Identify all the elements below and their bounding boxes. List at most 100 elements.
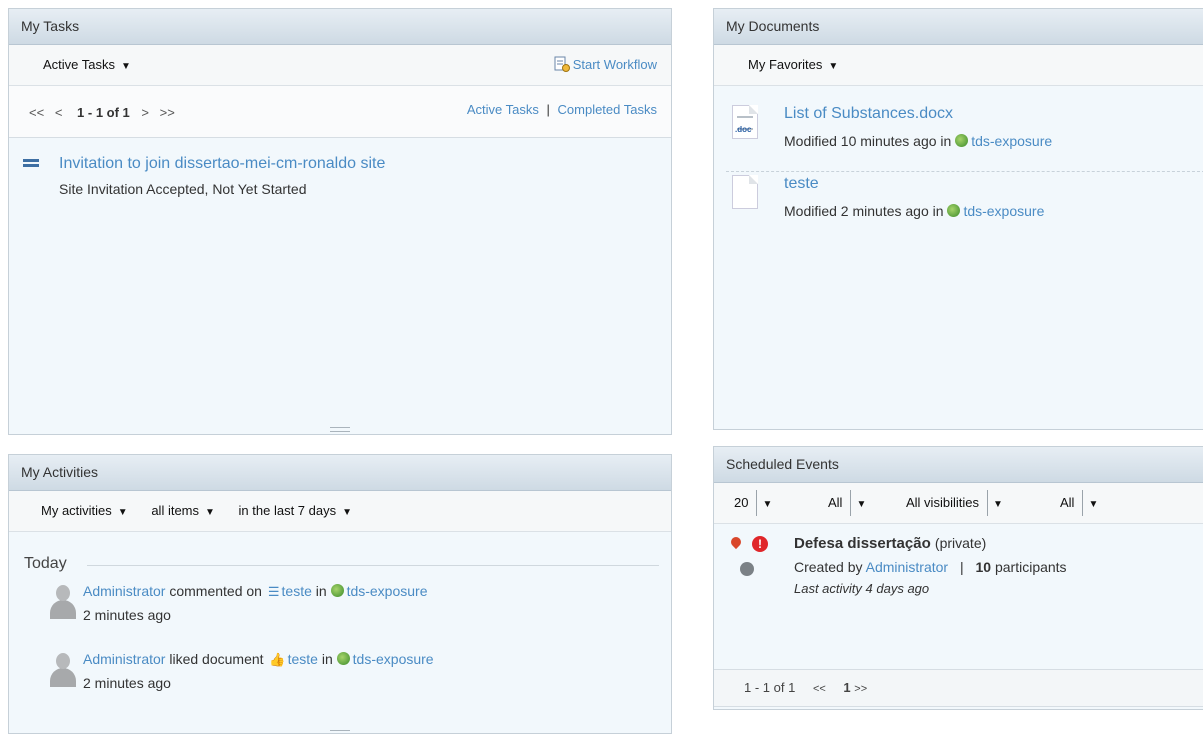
activities-toolbar: My activities ▼ all items ▼ in the last 7 …	[9, 491, 671, 532]
start-workflow-link[interactable]: Start Workflow	[554, 45, 657, 85]
activity-line: Administrator commented on ☰ teste in tds…	[83, 583, 428, 600]
created-by-label: Created by	[794, 559, 863, 575]
active-tasks-link[interactable]: Active Tasks	[467, 102, 539, 117]
event-last-activity: Last activity 4 days ago	[794, 581, 930, 596]
user-link[interactable]: Administrator	[83, 651, 165, 667]
site-globe-icon	[955, 134, 969, 147]
activity-line: Administrator liked document 👍 teste in t…	[83, 651, 434, 668]
separator: |	[959, 559, 964, 575]
user-link[interactable]: Administrator	[83, 583, 165, 599]
avatar[interactable]	[49, 585, 77, 619]
count-value: 20	[734, 495, 749, 510]
event-privacy: (private)	[934, 535, 987, 551]
activities-user-filter[interactable]: My activities ▼	[41, 491, 128, 533]
my-activities-title: My Activities	[9, 455, 671, 491]
time-value: All	[1060, 495, 1075, 510]
pager-range: 1 - 1 of 1	[77, 105, 130, 120]
document-modified: Modified 2 minutes ago in	[784, 203, 944, 219]
comment-icon: ☰	[267, 584, 280, 599]
activities-date-filter[interactable]: in the last 7 days ▼	[239, 491, 352, 533]
site-link[interactable]: tds-exposure	[971, 133, 1052, 149]
doc-file-icon[interactable]: .doc	[732, 105, 758, 139]
completed-tasks-link[interactable]: Completed Tasks	[558, 102, 657, 117]
tasks-filter-links: Active Tasks | Completed Tasks	[467, 102, 657, 117]
pager-prev-button[interactable]: <<	[813, 683, 826, 695]
timezone-globe-icon	[740, 562, 754, 576]
tasks-filter-label: Active Tasks	[43, 57, 116, 72]
tasks-pager-bar: << < 1 - 1 of 1 > >> Active Tasks | Comp…	[9, 86, 671, 138]
filter-label: in the last 7 days	[238, 503, 337, 518]
events-type-dropdown[interactable]: All ▼	[828, 490, 866, 516]
in-label: in	[321, 651, 333, 667]
pager-next-button[interactable]: >>	[854, 683, 867, 695]
pager-first-button[interactable]: <<	[29, 105, 44, 120]
event-title[interactable]: Defesa dissertação (private)	[794, 535, 986, 552]
events-visibility-dropdown[interactable]: All visibilities ▼	[906, 490, 1003, 516]
visibility-value: All visibilities	[906, 495, 979, 510]
document-meta: Modified 2 minutes ago in tds-exposure	[784, 203, 1044, 219]
in-label: in	[315, 583, 327, 599]
avatar[interactable]	[49, 653, 77, 687]
resize-handle[interactable]	[330, 427, 350, 432]
my-tasks-title: My Tasks	[9, 9, 671, 45]
document-name-link[interactable]: List of Substances.docx	[784, 105, 953, 123]
chevron-down-icon: ▼	[342, 507, 353, 518]
pager-prev-button[interactable]: <	[55, 105, 63, 120]
chevron-down-icon: ▼	[205, 507, 215, 518]
filter-label: My activities	[41, 503, 112, 518]
task-status: Site Invitation Accepted, Not Yet Starte…	[59, 181, 307, 197]
documents-filter-label: My Favorites	[748, 57, 823, 72]
documents-filter-dropdown[interactable]: My Favorites ▼	[748, 45, 838, 87]
activity-time: 2 minutes ago	[83, 675, 171, 691]
site-globe-icon	[330, 584, 344, 597]
resize-handle[interactable]	[330, 730, 350, 733]
my-documents-dashlet: My Documents My Favorites ▼ .doc List of …	[713, 8, 1203, 430]
document-name-link[interactable]: teste	[784, 175, 819, 193]
filter-label: all items	[151, 503, 200, 518]
divider	[726, 171, 1203, 172]
my-tasks-dashlet: My Tasks Active Tasks ▼ Start Workflow <<…	[8, 8, 672, 435]
document-meta: Modified 10 minutes ago in tds-exposure	[784, 133, 1052, 149]
activities-items-filter[interactable]: all items ▼	[151, 491, 215, 533]
tasks-pager: << < 1 - 1 of 1 > >>	[29, 105, 182, 120]
chevron-down-icon: ▼	[1088, 499, 1099, 510]
tasks-filter-dropdown[interactable]: Active Tasks ▼	[43, 45, 131, 87]
scheduled-events-dashlet: Scheduled Events 20 ▼ All ▼ All visibiliti…	[713, 446, 1203, 710]
scheduled-events-title: Scheduled Events	[714, 447, 1203, 483]
participants-label: participants	[994, 559, 1067, 575]
document-modified: Modified 10 minutes ago in	[784, 133, 952, 149]
event-created-by: Created by Administrator | 10 participan…	[794, 559, 1067, 575]
alert-icon: !	[752, 536, 768, 552]
chevron-down-icon: ▼	[117, 507, 128, 518]
participants-count: 10	[975, 559, 992, 575]
events-pager: 1 - 1 of 1 << 1 >>	[714, 669, 1203, 707]
location-pin-icon	[728, 534, 744, 550]
generic-file-icon[interactable]	[732, 175, 758, 209]
events-toolbar: 20 ▼ All ▼ All visibilities ▼ All ▼	[714, 483, 1203, 524]
type-value: All	[828, 495, 843, 510]
user-link[interactable]: Administrator	[866, 559, 948, 575]
target-link[interactable]: teste	[282, 583, 312, 599]
site-link[interactable]: tds-exposure	[347, 583, 428, 599]
group-heading: Today	[24, 555, 67, 572]
events-time-dropdown[interactable]: All ▼	[1060, 490, 1098, 516]
chevron-down-icon: ▼	[121, 61, 131, 72]
chevron-down-icon: ▼	[762, 499, 773, 510]
target-link[interactable]: teste	[288, 651, 318, 667]
activity-action: commented on	[169, 583, 262, 599]
activity-action: liked document	[169, 651, 264, 667]
task-menu-icon[interactable]	[23, 159, 39, 169]
pager-range: 1 - 1 of 1	[744, 680, 796, 695]
site-link[interactable]: tds-exposure	[963, 203, 1044, 219]
site-globe-icon	[947, 204, 961, 217]
site-link[interactable]: tds-exposure	[353, 651, 434, 667]
pager-last-button[interactable]: >>	[160, 105, 175, 120]
task-name-link[interactable]: Invitation to join dissertao-mei-cm-rona…	[59, 155, 385, 173]
events-count-dropdown[interactable]: 20 ▼	[734, 490, 772, 516]
pager-current-page[interactable]: 1	[843, 680, 850, 695]
pager-next-button[interactable]: >	[141, 105, 149, 120]
event-name: Defesa dissertação	[794, 535, 931, 552]
site-globe-icon	[336, 652, 350, 665]
thumbs-up-icon: 👍	[269, 652, 286, 667]
chevron-down-icon: ▼	[992, 499, 1003, 510]
